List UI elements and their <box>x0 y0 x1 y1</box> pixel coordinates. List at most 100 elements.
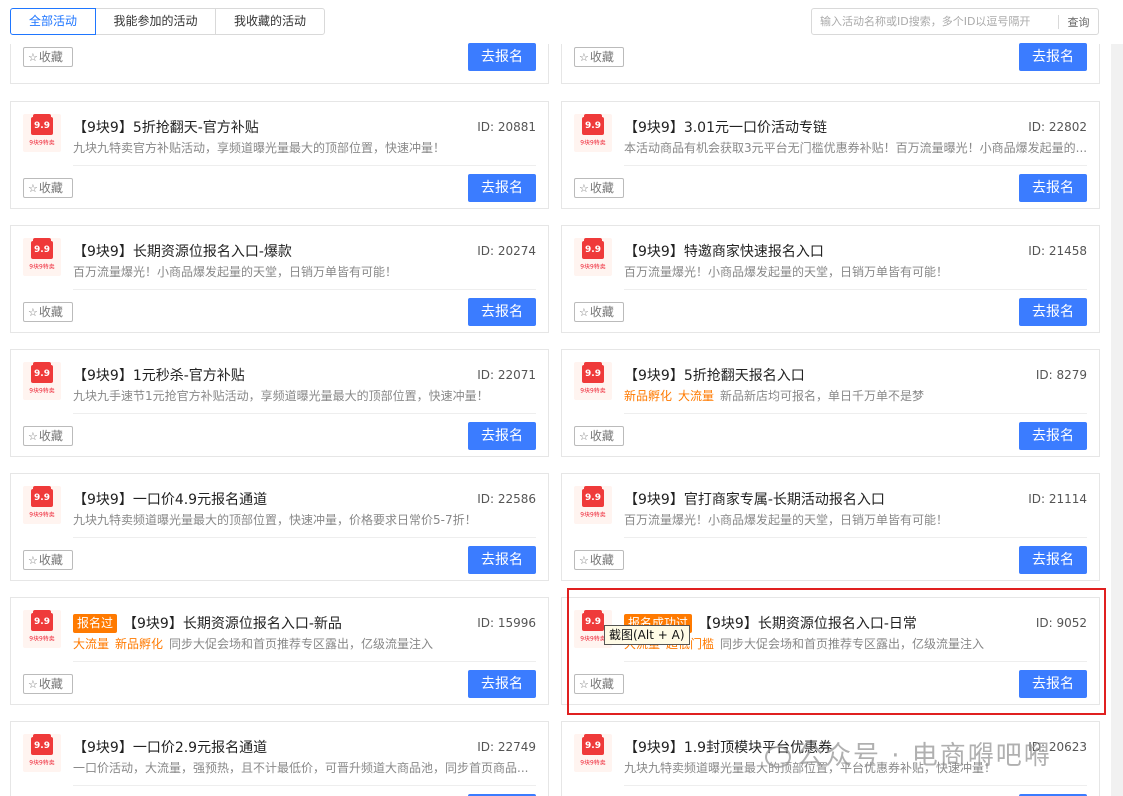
activity-description-row: 一口价活动，大流量，强预热，且不计最低价，可晋升频道大商品池，同步首页商品... <box>73 759 536 776</box>
enroll-button[interactable]: 去报名 <box>1019 422 1087 450</box>
activity-title[interactable]: 【9块9】特邀商家快速报名入口 <box>624 241 824 261</box>
favorite-button[interactable]: ☆收藏 <box>23 302 73 322</box>
favorite-button[interactable]: ☆收藏 <box>23 47 73 67</box>
logo-subtext: 9块9特卖 <box>29 511 55 519</box>
nine-nine-logo-icon: 9.9 9块9特卖 <box>23 362 61 400</box>
activity-description-row: 大流量 新品孵化 同步大促会场和首页推荐专区露出，亿级流量注入 <box>73 635 536 652</box>
logo-subtext: 9块9特卖 <box>580 387 606 395</box>
logo-badge: 9.9 <box>31 486 53 507</box>
enroll-button[interactable]: 去报名 <box>468 43 536 71</box>
card-divider <box>624 413 1087 414</box>
activity-description: 九块九特卖频道曝光量最大的顶部位置，快速冲量，价格要求日常价5-7折！ <box>73 513 477 527</box>
search-box: 查询 <box>811 8 1099 35</box>
favorite-button[interactable]: ☆收藏 <box>574 302 624 322</box>
search-button[interactable]: 查询 <box>1059 14 1098 30</box>
activity-description: 百万流量爆光！小商品爆发起量的天堂，日销万单皆有可能！ <box>73 265 398 279</box>
card-divider <box>624 289 1087 290</box>
enroll-button[interactable]: 去报名 <box>1019 546 1087 574</box>
activity-title[interactable]: 【9块9】5折抢翻天报名入口 <box>624 365 805 385</box>
favorite-button[interactable]: ☆收藏 <box>574 178 624 198</box>
enroll-button[interactable]: 去报名 <box>1019 174 1087 202</box>
star-icon: ☆ <box>579 430 589 443</box>
logo-badge: 9.9 <box>582 734 604 755</box>
selection-highlight-box <box>567 588 1106 715</box>
activity-title[interactable]: 【9块9】长期资源位报名入口-新品 <box>123 613 342 633</box>
activity-description: 本活动商品有机会获取3元平台无门槛优惠券补贴！百万流量曝光！小商品爆发起量的..… <box>624 141 1087 155</box>
logo-subtext: 9块9特卖 <box>29 139 55 147</box>
nine-nine-logo-icon: 9.9 9块9特卖 <box>23 238 61 276</box>
activity-title[interactable]: 【9块9】一口价2.9元报名通道 <box>73 737 267 757</box>
activity-description: 百万流量爆光！小商品爆发起量的天堂，日销万单皆有可能！ <box>624 265 949 279</box>
enroll-button[interactable]: 去报名 <box>468 174 536 202</box>
logo-subtext: 9块9特卖 <box>580 263 606 271</box>
favorite-button[interactable]: ☆收藏 <box>23 550 73 570</box>
activity-id: ID: 22586 <box>477 492 536 506</box>
star-icon: ☆ <box>579 554 589 567</box>
favorite-button[interactable]: ☆收藏 <box>23 674 73 694</box>
favorite-button[interactable]: ☆收藏 <box>23 426 73 446</box>
card-divider <box>73 785 536 786</box>
logo-badge: 9.9 <box>582 486 604 507</box>
nine-nine-logo-icon: 9.9 9块9特卖 <box>23 734 61 772</box>
card-title-row: 【9块9】3.01元一口价活动专链 <box>624 117 827 137</box>
highlight-tag: 新品孵化 <box>624 389 673 403</box>
logo-subtext: 9块9特卖 <box>29 263 55 271</box>
favorite-button[interactable]: ☆收藏 <box>574 550 624 570</box>
favorite-button[interactable]: ☆收藏 <box>574 47 624 67</box>
logo-badge: 9.9 <box>582 114 604 135</box>
wechat-watermark: 公众号 · 电商嘚吧嘚 <box>765 735 1052 772</box>
activity-description-row: 九块九特卖官方补贴活动，享频道曝光量最大的顶部位置，快速冲量！ <box>73 139 536 156</box>
tab-all-activities[interactable]: 全部活动 <box>10 8 96 35</box>
enroll-button[interactable]: 去报名 <box>1019 298 1087 326</box>
activity-title[interactable]: 【9块9】1元秒杀-官方补贴 <box>73 365 245 385</box>
card-divider <box>73 165 536 166</box>
favorite-button[interactable]: ☆收藏 <box>574 426 624 446</box>
activity-description-row: 九块九手速节1元抢官方补贴活动，享频道曝光量最大的顶部位置，快速冲量！ <box>73 387 536 404</box>
card-title-row: 【9块9】5折抢翻天-官方补贴 <box>73 117 259 137</box>
activity-card: 9.9 9块9特卖 报名过 【9块9】长期资源位报名入口-新品 ID: 15996 大流量… <box>10 597 549 705</box>
activity-id: ID: 22071 <box>477 368 536 382</box>
activity-description-row: 九块九特卖频道曝光量最大的顶部位置，快速冲量，价格要求日常价5-7折！ <box>73 511 536 528</box>
card-divider <box>624 165 1087 166</box>
activity-description: 百万流量爆光！小商品爆发起量的天堂，日销万单皆有可能！ <box>624 513 949 527</box>
nine-nine-logo-icon: 9.9 9块9特卖 <box>23 610 61 648</box>
activity-title[interactable]: 【9块9】一口价4.9元报名通道 <box>73 489 267 509</box>
card-title-row: 【9块9】1元秒杀-官方补贴 <box>73 365 245 385</box>
activity-description: 新品新店均可报名，单日千万单不是梦 <box>720 389 925 403</box>
activity-description-row: 百万流量爆光！小商品爆发起量的天堂，日销万单皆有可能！ <box>624 511 1087 528</box>
logo-subtext: 9块9特卖 <box>580 759 606 767</box>
highlight-tag: 大流量 <box>678 389 715 403</box>
nine-nine-logo-icon: 9.9 9块9特卖 <box>574 734 612 772</box>
logo-badge: 9.9 <box>31 238 53 259</box>
search-input[interactable] <box>812 9 1058 34</box>
activity-id: ID: 20881 <box>477 120 536 134</box>
card-title-row: 【9块9】官打商家专属-长期活动报名入口 <box>624 489 885 509</box>
activity-title[interactable]: 【9块9】5折抢翻天-官方补贴 <box>73 117 259 137</box>
enroll-button[interactable]: 去报名 <box>468 298 536 326</box>
card-title-row: 【9块9】特邀商家快速报名入口 <box>624 241 824 261</box>
scrollbar[interactable] <box>1111 44 1123 796</box>
enroll-button[interactable]: 去报名 <box>468 670 536 698</box>
activity-title[interactable]: 【9块9】长期资源位报名入口-爆款 <box>73 241 292 261</box>
star-icon: ☆ <box>28 182 38 195</box>
logo-subtext: 9块9特卖 <box>29 635 55 643</box>
enroll-button[interactable]: 去报名 <box>468 422 536 450</box>
logo-subtext: 9块9特卖 <box>580 511 606 519</box>
tab-eligible-activities[interactable]: 我能参加的活动 <box>95 8 216 35</box>
card-divider <box>73 413 536 414</box>
activity-card: 9.9 9块9特卖 【9块9】特邀商家快速报名入口 ID: 21458 百万流量爆光！小… <box>561 225 1100 333</box>
tab-favorite-activities[interactable]: 我收藏的活动 <box>215 8 325 35</box>
enroll-button[interactable]: 去报名 <box>1019 43 1087 71</box>
signup-status-badge: 报名过 <box>73 613 118 633</box>
logo-badge: 9.9 <box>31 610 53 631</box>
activity-title[interactable]: 【9块9】官打商家专属-长期活动报名入口 <box>624 489 885 509</box>
logo-badge: 9.9 <box>582 362 604 383</box>
highlight-tag: 大流量 <box>73 637 110 651</box>
card-title-row: 【9块9】5折抢翻天报名入口 <box>624 365 805 385</box>
star-icon: ☆ <box>28 306 38 319</box>
logo-subtext: 9块9特卖 <box>29 387 55 395</box>
activity-title[interactable]: 【9块9】3.01元一口价活动专链 <box>624 117 827 137</box>
nine-nine-logo-icon: 9.9 9块9特卖 <box>574 114 612 152</box>
favorite-button[interactable]: ☆收藏 <box>23 178 73 198</box>
enroll-button[interactable]: 去报名 <box>468 546 536 574</box>
